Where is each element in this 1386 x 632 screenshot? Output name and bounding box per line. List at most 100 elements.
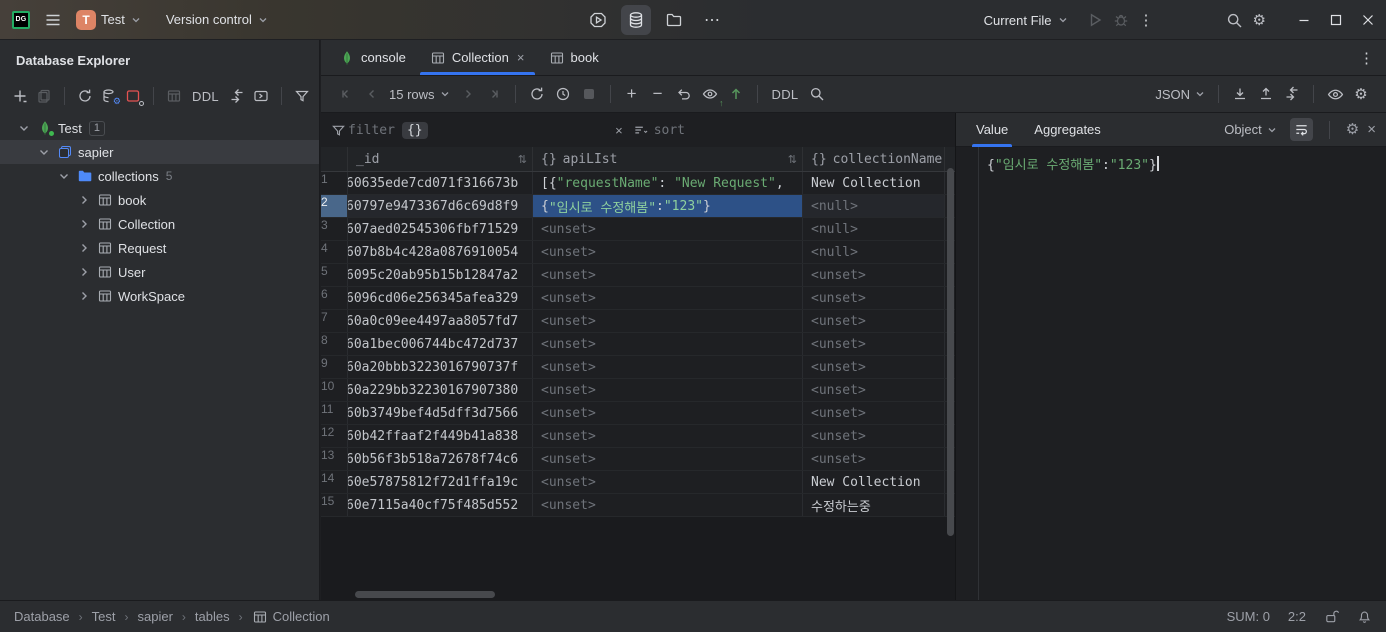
breadcrumb-item-sapier[interactable]: sapier (138, 609, 173, 624)
column-header-apilist[interactable]: {} apiLIst ⇅ (533, 147, 803, 171)
tree-item-collection[interactable]: Collection (0, 212, 319, 236)
hamburger-menu-icon[interactable] (44, 11, 62, 29)
cell-id[interactable]: 60b42ffaaf2f449b41a838 (348, 425, 533, 447)
next-page-icon[interactable] (455, 81, 481, 107)
run-anything-icon[interactable] (583, 5, 613, 35)
cell-collectionname[interactable]: 수정하는중 (803, 494, 945, 516)
cell-id[interactable]: 6095c20ab95b15b12847a2 (348, 264, 533, 286)
breadcrumb-item-database[interactable]: Database (14, 609, 70, 624)
filter-icon[interactable] (290, 84, 314, 108)
lock-icon[interactable] (1324, 609, 1339, 624)
debug-button-icon[interactable] (1113, 12, 1129, 28)
value-tab-value[interactable]: Value (971, 113, 1013, 147)
filter-criteria-icon[interactable] (331, 123, 346, 138)
breadcrumb-item-tables[interactable]: tables (195, 609, 230, 624)
table-row[interactable]: 3 607aed02545306fbf71529 <unset> <null> (321, 218, 955, 241)
add-row-icon[interactable]: + (619, 81, 645, 107)
cell-id[interactable]: 60e57875812f72d1ffa19c (348, 471, 533, 493)
cell-collectionname[interactable]: New Collection (803, 471, 945, 493)
cell-apilist[interactable]: <unset> (533, 264, 803, 286)
run-button-icon[interactable] (1087, 12, 1103, 28)
tree-item-collections[interactable]: collections 5 (0, 164, 319, 188)
cursor-position-label[interactable]: 2:2 (1288, 609, 1306, 624)
cell-id[interactable]: 60b56f3b518a72678f74c6 (348, 448, 533, 470)
sort-icon[interactable] (633, 123, 648, 138)
cell-id[interactable]: 6096cd06e256345afea329 (348, 287, 533, 309)
page-size-selector[interactable]: 15 rows (385, 87, 455, 102)
cell-id[interactable]: 60a1bec006744bc472d737 (348, 333, 533, 355)
search-everywhere-icon[interactable] (1226, 12, 1243, 29)
table-row[interactable]: 7 60a0c09ee4497aa8057fd7 <unset> <unset> (321, 310, 955, 333)
cell-id[interactable]: 60a20bbb3223016790737f (348, 356, 533, 378)
table-row[interactable]: 5 6095c20ab95b15b12847a2 <unset> <unset> (321, 264, 955, 287)
sort-arrows-icon[interactable]: ⇅ (518, 153, 527, 166)
cell-collectionname[interactable]: <unset> (803, 425, 945, 447)
run-configuration-selector[interactable]: Current File (984, 13, 1069, 28)
cell-apilist[interactable]: <unset> (533, 402, 803, 424)
table-row[interactable]: 10 60a229bb32230167907380 <unset> <unset> (321, 379, 955, 402)
open-console-icon[interactable] (249, 84, 273, 108)
kebab-menu-icon[interactable]: ⋮ (1139, 11, 1154, 29)
cell-id[interactable]: 60b3749bef4d5dff3d7566 (348, 402, 533, 424)
ddl-button[interactable]: DDL (766, 87, 805, 102)
stop-icon[interactable] (576, 81, 602, 107)
project-files-icon[interactable] (659, 5, 689, 35)
cell-collectionname[interactable]: <unset> (803, 264, 945, 286)
export-icon[interactable] (1253, 81, 1279, 107)
cell-apilist[interactable]: <unset> (533, 356, 803, 378)
cell-apilist[interactable]: [{"requestName": "New Request", (533, 172, 803, 194)
aggregate-sum-label[interactable]: SUM: 0 (1227, 609, 1270, 624)
table-row[interactable]: 6 6096cd06e256345afea329 <unset> <unset> (321, 287, 955, 310)
tree-item-workspace[interactable]: WorkSpace (0, 284, 319, 308)
tab-collection[interactable]: Collection × (418, 40, 537, 75)
tree-item-sapier[interactable]: sapier (0, 140, 319, 164)
tab-console[interactable]: console (327, 40, 418, 75)
preview-changes-icon[interactable]: ↑ (697, 81, 724, 108)
tab-close-icon[interactable]: × (517, 50, 525, 65)
cell-id[interactable]: 607b8b4c428a0876910054 (348, 241, 533, 263)
tree-item-book[interactable]: book (0, 188, 319, 212)
cell-collectionname[interactable]: <unset> (803, 310, 945, 332)
cell-collectionname[interactable]: <unset> (803, 402, 945, 424)
last-page-icon[interactable] (481, 81, 507, 107)
sort-arrows-icon[interactable]: ⇅ (788, 153, 797, 166)
cell-collectionname[interactable]: <unset> (803, 448, 945, 470)
cell-id[interactable]: 607aed02545306fbf71529 (348, 218, 533, 240)
cell-apilist[interactable]: <unset> (533, 448, 803, 470)
tree-item-test[interactable]: Test 1 (0, 116, 319, 140)
new-datasource-icon[interactable] (8, 84, 32, 108)
cell-apilist[interactable]: <unset> (533, 333, 803, 355)
tree-item-request[interactable]: Request (0, 236, 319, 260)
window-maximize-icon[interactable] (1328, 12, 1344, 28)
export-format-selector[interactable]: JSON (1151, 87, 1210, 102)
table-row[interactable]: 11 60b3749bef4d5dff3d7566 <unset> <unset> (321, 402, 955, 425)
cell-collectionname[interactable]: <unset> (803, 333, 945, 355)
cell-apilist[interactable]: <unset> (533, 310, 803, 332)
revert-changes-icon[interactable] (671, 81, 697, 107)
first-page-icon[interactable] (333, 81, 359, 107)
project-selector[interactable]: T Test (76, 9, 142, 30)
value-settings-gear-icon[interactable]: ⚙ (1346, 122, 1359, 137)
cell-collectionname[interactable]: <unset> (803, 356, 945, 378)
duplicate-icon[interactable] (32, 84, 56, 108)
table-row[interactable]: 12 60b42ffaaf2f449b41a838 <unset> <unset> (321, 425, 955, 448)
view-options-eye-icon[interactable] (1322, 81, 1348, 107)
tab-options-kebab-icon[interactable]: ⋮ (1359, 49, 1374, 67)
cell-apilist[interactable]: <unset> (533, 218, 803, 240)
window-close-icon[interactable] (1360, 12, 1376, 28)
table-view-icon[interactable] (162, 84, 186, 108)
table-row[interactable]: 13 60b56f3b518a72678f74c6 <unset> <unset> (321, 448, 955, 471)
cell-collectionname[interactable]: <null> (803, 218, 945, 240)
cell-apilist[interactable]: {"임시로 수정해봄": "123"} (533, 195, 803, 217)
auto-refresh-icon[interactable] (550, 81, 576, 107)
breadcrumb-item-collection[interactable]: Collection (252, 609, 330, 625)
datasource-settings-icon[interactable]: ⚙ (97, 84, 121, 108)
cell-apilist[interactable]: <unset> (533, 379, 803, 401)
cell-apilist[interactable]: <unset> (533, 494, 803, 516)
filter-input[interactable]: {} (401, 121, 428, 139)
delete-row-icon[interactable]: − (645, 81, 671, 107)
table-row[interactable]: 9 60a20bbb3223016790737f <unset> <unset> (321, 356, 955, 379)
find-icon[interactable] (804, 81, 830, 107)
vertical-scrollbar[interactable] (947, 168, 954, 536)
soft-wrap-toggle-icon[interactable] (1289, 118, 1313, 141)
